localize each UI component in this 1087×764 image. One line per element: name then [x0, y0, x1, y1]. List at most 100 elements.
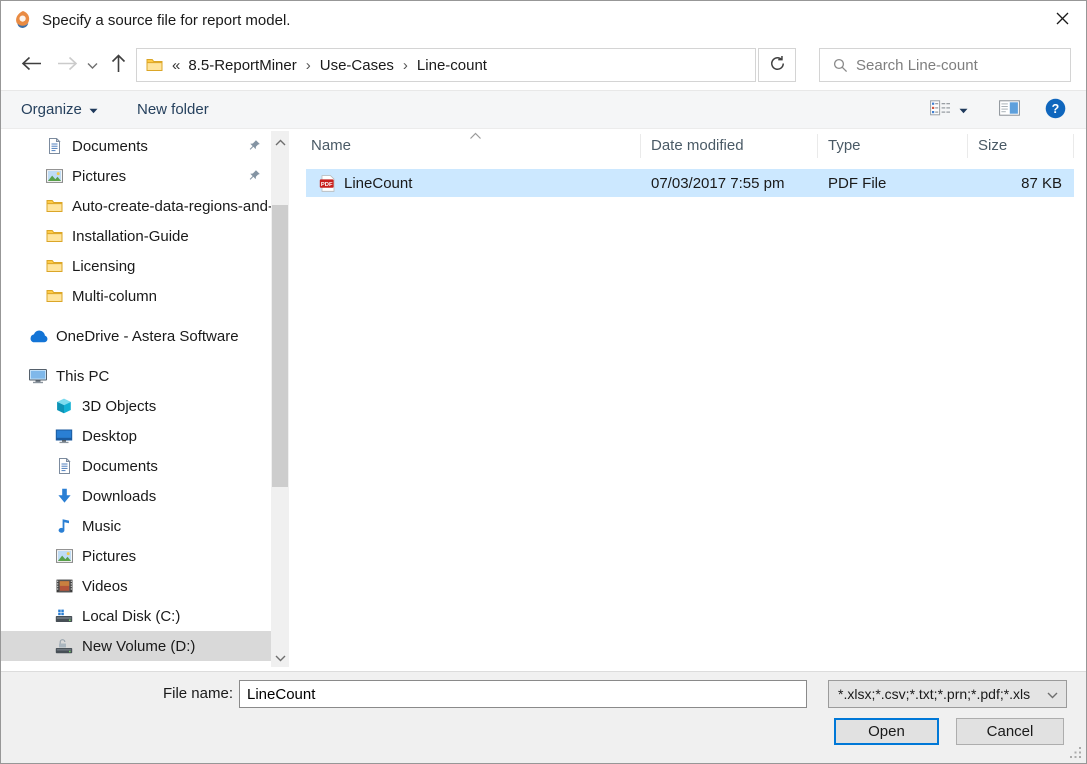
- pdf-icon: PDF: [319, 174, 336, 192]
- breadcrumb-separator-chevron[interactable]: ›: [402, 57, 409, 74]
- navigation-bar: « 8.5-ReportMiner › Use-Cases › Line-count: [1, 39, 1086, 91]
- folder-icon: [43, 289, 65, 303]
- folder-icon: [146, 58, 163, 72]
- sidebar-item-label: 3D Objects: [82, 397, 157, 415]
- pictures-icon: [53, 549, 75, 563]
- sidebar-item-music[interactable]: Music: [1, 511, 271, 541]
- file-dialog-window: Specify a source file for report model. …: [0, 0, 1087, 764]
- local-disk-icon: [53, 609, 75, 623]
- sidebar-item-label: Videos: [82, 577, 128, 595]
- new-folder-button[interactable]: New folder: [137, 91, 209, 128]
- music-icon: [53, 518, 75, 534]
- sidebar-item-this-pc[interactable]: This PC: [1, 361, 271, 391]
- pin-icon: [248, 139, 261, 156]
- forward-button[interactable]: [57, 56, 78, 74]
- sidebar-item-licensing[interactable]: Licensing: [1, 251, 271, 281]
- sidebar-item-pictures[interactable]: Pictures: [1, 541, 271, 571]
- sidebar-item-label: Documents: [72, 137, 148, 155]
- sidebar-item-new-volume-d[interactable]: New Volume (D:): [1, 631, 271, 661]
- file-row-linecount[interactable]: PDF LineCount 07/03/2017 7:55 pm PDF File 87…: [306, 169, 1074, 197]
- sidebar-item-downloads[interactable]: Downloads: [1, 481, 271, 511]
- views-dropdown-button[interactable]: [959, 91, 968, 128]
- dialog-footer: File name: *.xlsx;*.csv;*.txt;*.prn;*.pd…: [1, 671, 1086, 763]
- sidebar-item-documents[interactable]: Documents: [1, 131, 271, 161]
- new-folder-label: New folder: [137, 101, 209, 118]
- close-button[interactable]: [1038, 1, 1086, 39]
- breadcrumb-separator-chevron[interactable]: ›: [305, 57, 312, 74]
- chevron-down-icon: [1047, 686, 1058, 702]
- chevron-down-icon: [87, 57, 98, 72]
- file-name-label: File name:: [162, 685, 233, 702]
- address-bar[interactable]: « 8.5-ReportMiner › Use-Cases › Line-count: [136, 48, 756, 82]
- documents-icon: [43, 138, 65, 154]
- file-type-filter-value: *.xlsx;*.csv;*.txt;*.prn;*.pdf;*.xls: [838, 686, 1031, 702]
- chevron-down-icon: [275, 650, 286, 665]
- address-collapsed-prefix[interactable]: «: [172, 57, 180, 74]
- help-button[interactable]: ?: [1045, 91, 1066, 128]
- close-icon: [1056, 12, 1069, 28]
- navigation-pane: Documents Pictures Auto-create-data-region…: [1, 131, 271, 671]
- refresh-button[interactable]: [758, 48, 796, 82]
- desktop-icon: [53, 429, 75, 444]
- change-view-button[interactable]: [930, 91, 951, 128]
- sidebar-item-label: New Volume (D:): [82, 637, 196, 655]
- sidebar-item-pictures[interactable]: Pictures: [1, 161, 271, 191]
- sidebar-item-3d-objects[interactable]: 3D Objects: [1, 391, 271, 421]
- breadcrumb-use-cases[interactable]: Use-Cases: [312, 57, 402, 74]
- downloads-icon: [53, 488, 75, 504]
- organize-button[interactable]: Organize: [21, 91, 98, 128]
- pictures-icon: [43, 169, 65, 183]
- column-header-size[interactable]: Size: [968, 134, 1074, 158]
- sidebar-item-label: Licensing: [72, 257, 136, 275]
- sidebar-item-auto-create-data-regions-and[interactable]: Auto-create-data-regions-and-: [1, 191, 271, 221]
- sidebar-item-multi-column[interactable]: Multi-column: [1, 281, 271, 311]
- sort-ascending-icon: [469, 127, 482, 144]
- sidebar-item-label: Auto-create-data-regions-and-: [72, 197, 271, 215]
- preview-pane-button[interactable]: [999, 91, 1020, 128]
- folder-icon: [43, 199, 65, 213]
- svg-text:?: ?: [1052, 102, 1060, 116]
- breadcrumb-line-count[interactable]: Line-count: [409, 57, 495, 74]
- sidebar-item-local-disk-c[interactable]: Local Disk (C:): [1, 601, 271, 631]
- search-icon: [833, 58, 848, 73]
- sidebar-item-onedrive-astera-software[interactable]: OneDrive - Astera Software: [1, 321, 271, 351]
- column-header-type[interactable]: Type: [818, 134, 968, 158]
- column-headers: Name Date modified Type Size: [301, 129, 1080, 163]
- sidebar-item-label: Local Disk (C:): [82, 607, 181, 625]
- folder-icon: [43, 259, 65, 273]
- resize-grip[interactable]: [1068, 745, 1083, 760]
- breadcrumb: 8.5-ReportMiner › Use-Cases › Line-count: [180, 57, 495, 74]
- sidebar-item-desktop[interactable]: Desktop: [1, 421, 271, 451]
- file-name-input[interactable]: [240, 685, 782, 703]
- sidebar-item-label: Downloads: [82, 487, 157, 505]
- file-rows: PDF LineCount 07/03/2017 7:55 pm PDF File 87…: [301, 169, 1080, 197]
- scroll-down-button[interactable]: [271, 649, 289, 665]
- file-list-pane: Name Date modified Type Size PDF LineCount 07…: [301, 129, 1080, 671]
- command-toolbar: Organize New folder ?: [1, 91, 1086, 129]
- sidebar-scrollbar[interactable]: [271, 131, 289, 667]
- scroll-up-button[interactable]: [271, 133, 289, 149]
- sidebar-item-label: Installation-Guide: [72, 227, 189, 245]
- cancel-button[interactable]: Cancel: [956, 718, 1064, 745]
- scrollbar-thumb[interactable]: [272, 205, 288, 487]
- forward-arrow-icon: [57, 56, 78, 74]
- up-arrow-icon: [111, 53, 126, 76]
- column-header-date-modified[interactable]: Date modified: [641, 134, 818, 158]
- sidebar-item-documents[interactable]: Documents: [1, 451, 271, 481]
- file-type-filter-dropdown[interactable]: *.xlsx;*.csv;*.txt;*.prn;*.pdf;*.xls: [828, 680, 1067, 708]
- sidebar-item-videos[interactable]: Videos: [1, 571, 271, 601]
- search-input[interactable]: [856, 56, 1070, 74]
- breadcrumb-8-5-reportminer[interactable]: 8.5-ReportMiner: [180, 57, 304, 74]
- window-title: Specify a source file for report model.: [42, 11, 291, 29]
- file-type: PDF File: [828, 174, 887, 192]
- 3d-objects-icon: [53, 398, 75, 414]
- up-button[interactable]: [111, 53, 126, 76]
- recent-locations-button[interactable]: [87, 57, 98, 72]
- file-size: 87 KB: [1021, 174, 1062, 192]
- documents-icon: [53, 458, 75, 474]
- this-pc-icon: [27, 368, 49, 384]
- sidebar-item-installation-guide[interactable]: Installation-Guide: [1, 221, 271, 251]
- back-button[interactable]: [21, 56, 42, 74]
- open-button[interactable]: Open: [834, 718, 939, 745]
- pin-icon: [248, 169, 261, 186]
